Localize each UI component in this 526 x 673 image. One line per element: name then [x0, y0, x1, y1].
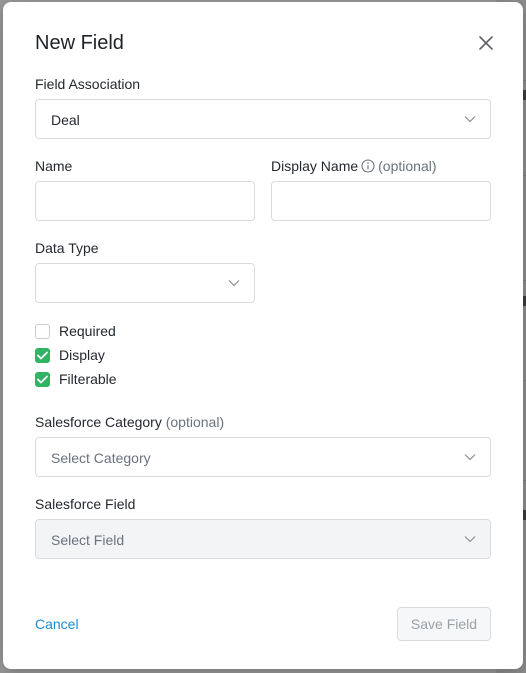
info-icon[interactable] — [361, 159, 375, 173]
filterable-checkbox-row[interactable]: Filterable — [35, 370, 117, 388]
check-icon — [37, 351, 48, 359]
save-field-button[interactable]: Save Field — [397, 607, 491, 641]
salesforce-category-label: Salesforce Category — [35, 414, 162, 430]
name-label: Name — [35, 158, 73, 174]
display-label: Display — [59, 347, 105, 363]
display-name-input[interactable] — [271, 181, 491, 221]
salesforce-field-label: Salesforce Field — [35, 496, 136, 512]
field-association-select[interactable]: Deal — [35, 99, 491, 139]
required-label: Required — [59, 323, 116, 339]
field-association-value: Deal — [51, 112, 80, 128]
data-type-label: Data Type — [35, 240, 99, 256]
salesforce-field-placeholder: Select Field — [51, 532, 125, 548]
salesforce-field-select[interactable]: Select Field — [35, 519, 491, 559]
chevron-down-icon — [464, 454, 476, 461]
display-name-label: Display Name — [271, 158, 359, 174]
required-checkbox[interactable] — [35, 323, 50, 339]
display-name-label-group: Display Name (optional) — [271, 158, 437, 174]
salesforce-category-select[interactable]: Select Category — [35, 437, 491, 477]
salesforce-category-placeholder: Select Category — [51, 450, 151, 466]
modal-title: New Field — [35, 32, 124, 54]
new-field-modal: New Field Field Association Deal Name Di… — [3, 2, 523, 669]
required-checkbox-row[interactable]: Required — [35, 322, 116, 340]
close-icon[interactable] — [476, 33, 496, 53]
chevron-down-icon — [464, 536, 476, 543]
display-checkbox-row[interactable]: Display — [35, 346, 105, 364]
cancel-button[interactable]: Cancel — [35, 616, 79, 632]
field-association-label: Field Association — [35, 76, 141, 92]
name-input[interactable] — [35, 181, 255, 221]
salesforce-category-optional: (optional) — [165, 414, 225, 430]
chevron-down-icon — [228, 280, 240, 287]
check-icon — [37, 375, 48, 383]
filterable-checkbox[interactable] — [35, 371, 50, 387]
filterable-label: Filterable — [59, 371, 117, 387]
display-checkbox[interactable] — [35, 347, 50, 363]
data-type-select[interactable] — [35, 263, 255, 303]
display-name-optional: (optional) — [378, 158, 437, 174]
salesforce-category-label-group: Salesforce Category (optional) — [35, 414, 224, 430]
chevron-down-icon — [464, 116, 476, 123]
